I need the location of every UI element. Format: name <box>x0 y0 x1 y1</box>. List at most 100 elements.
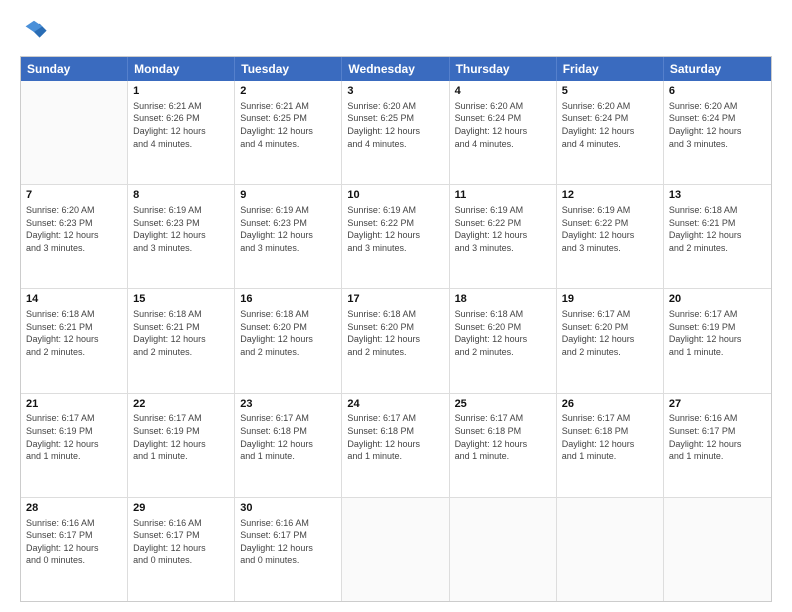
day-number: 3 <box>347 84 443 99</box>
day-info: Sunrise: 6:17 AM Sunset: 6:19 PM Dayligh… <box>669 308 766 358</box>
calendar-cell: 23Sunrise: 6:17 AM Sunset: 6:18 PM Dayli… <box>235 394 342 497</box>
page: SundayMondayTuesdayWednesdayThursdayFrid… <box>0 0 792 612</box>
calendar-cell: 29Sunrise: 6:16 AM Sunset: 6:17 PM Dayli… <box>128 498 235 601</box>
day-number: 21 <box>26 397 122 412</box>
calendar-cell: 2Sunrise: 6:21 AM Sunset: 6:25 PM Daylig… <box>235 81 342 184</box>
day-number: 24 <box>347 397 443 412</box>
calendar-cell: 22Sunrise: 6:17 AM Sunset: 6:19 PM Dayli… <box>128 394 235 497</box>
day-info: Sunrise: 6:20 AM Sunset: 6:23 PM Dayligh… <box>26 204 122 254</box>
day-info: Sunrise: 6:19 AM Sunset: 6:23 PM Dayligh… <box>240 204 336 254</box>
day-number: 23 <box>240 397 336 412</box>
calendar-row: 1Sunrise: 6:21 AM Sunset: 6:26 PM Daylig… <box>21 81 771 185</box>
day-info: Sunrise: 6:17 AM Sunset: 6:20 PM Dayligh… <box>562 308 658 358</box>
day-number: 2 <box>240 84 336 99</box>
day-number: 28 <box>26 501 122 516</box>
day-info: Sunrise: 6:19 AM Sunset: 6:23 PM Dayligh… <box>133 204 229 254</box>
day-number: 6 <box>669 84 766 99</box>
calendar-cell <box>450 498 557 601</box>
calendar-cell: 3Sunrise: 6:20 AM Sunset: 6:25 PM Daylig… <box>342 81 449 184</box>
calendar-cell: 27Sunrise: 6:16 AM Sunset: 6:17 PM Dayli… <box>664 394 771 497</box>
calendar-cell: 13Sunrise: 6:18 AM Sunset: 6:21 PM Dayli… <box>664 185 771 288</box>
calendar-cell: 10Sunrise: 6:19 AM Sunset: 6:22 PM Dayli… <box>342 185 449 288</box>
day-number: 15 <box>133 292 229 307</box>
day-number: 17 <box>347 292 443 307</box>
day-info: Sunrise: 6:18 AM Sunset: 6:21 PM Dayligh… <box>669 204 766 254</box>
day-number: 22 <box>133 397 229 412</box>
calendar-cell: 18Sunrise: 6:18 AM Sunset: 6:20 PM Dayli… <box>450 289 557 392</box>
calendar-cell: 26Sunrise: 6:17 AM Sunset: 6:18 PM Dayli… <box>557 394 664 497</box>
day-info: Sunrise: 6:21 AM Sunset: 6:25 PM Dayligh… <box>240 100 336 150</box>
calendar-cell: 30Sunrise: 6:16 AM Sunset: 6:17 PM Dayli… <box>235 498 342 601</box>
day-info: Sunrise: 6:20 AM Sunset: 6:24 PM Dayligh… <box>562 100 658 150</box>
calendar-row: 21Sunrise: 6:17 AM Sunset: 6:19 PM Dayli… <box>21 394 771 498</box>
day-number: 26 <box>562 397 658 412</box>
day-number: 9 <box>240 188 336 203</box>
day-number: 20 <box>669 292 766 307</box>
day-info: Sunrise: 6:17 AM Sunset: 6:19 PM Dayligh… <box>26 412 122 462</box>
day-info: Sunrise: 6:16 AM Sunset: 6:17 PM Dayligh… <box>669 412 766 462</box>
day-info: Sunrise: 6:18 AM Sunset: 6:20 PM Dayligh… <box>240 308 336 358</box>
day-number: 8 <box>133 188 229 203</box>
day-info: Sunrise: 6:16 AM Sunset: 6:17 PM Dayligh… <box>133 517 229 567</box>
day-info: Sunrise: 6:19 AM Sunset: 6:22 PM Dayligh… <box>347 204 443 254</box>
day-info: Sunrise: 6:18 AM Sunset: 6:20 PM Dayligh… <box>347 308 443 358</box>
day-number: 19 <box>562 292 658 307</box>
day-info: Sunrise: 6:20 AM Sunset: 6:25 PM Dayligh… <box>347 100 443 150</box>
calendar-cell: 20Sunrise: 6:17 AM Sunset: 6:19 PM Dayli… <box>664 289 771 392</box>
calendar-cell: 24Sunrise: 6:17 AM Sunset: 6:18 PM Dayli… <box>342 394 449 497</box>
calendar-header-cell: Tuesday <box>235 57 342 81</box>
calendar-cell: 28Sunrise: 6:16 AM Sunset: 6:17 PM Dayli… <box>21 498 128 601</box>
calendar-cell <box>557 498 664 601</box>
calendar-cell <box>664 498 771 601</box>
calendar-cell: 21Sunrise: 6:17 AM Sunset: 6:19 PM Dayli… <box>21 394 128 497</box>
day-number: 14 <box>26 292 122 307</box>
calendar-row: 28 Sunrise: 6:16 AM Sunset: 6:17 PM Dayli… <box>21 498 771 601</box>
calendar-cell: 12Sunrise: 6:19 AM Sunset: 6:22 PM Dayli… <box>557 185 664 288</box>
day-number: 1 <box>133 84 229 99</box>
calendar-cell: 8Sunrise: 6:19 AM Sunset: 6:23 PM Daylig… <box>128 185 235 288</box>
calendar-cell: 6Sunrise: 6:20 AM Sunset: 6:24 PM Daylig… <box>664 81 771 184</box>
calendar-row: 14Sunrise: 6:18 AM Sunset: 6:21 PM Dayli… <box>21 289 771 393</box>
calendar-header-row: SundayMondayTuesdayWednesdayThursdayFrid… <box>21 57 771 81</box>
logo-icon <box>20 18 48 46</box>
day-info: Sunrise: 6:18 AM Sunset: 6:20 PM Dayligh… <box>455 308 551 358</box>
day-number: 16 <box>240 292 336 307</box>
day-number: 11 <box>455 188 551 203</box>
day-number: 12 <box>562 188 658 203</box>
calendar-row: 7Sunrise: 6:20 AM Sunset: 6:23 PM Daylig… <box>21 185 771 289</box>
day-number: 10 <box>347 188 443 203</box>
calendar: SundayMondayTuesdayWednesdayThursdayFrid… <box>20 56 772 602</box>
calendar-cell: 7Sunrise: 6:20 AM Sunset: 6:23 PM Daylig… <box>21 185 128 288</box>
calendar-cell <box>21 81 128 184</box>
calendar-cell: 16Sunrise: 6:18 AM Sunset: 6:20 PM Dayli… <box>235 289 342 392</box>
calendar-header-cell: Wednesday <box>342 57 449 81</box>
day-number: 4 <box>455 84 551 99</box>
day-info: Sunrise: 6:17 AM Sunset: 6:19 PM Dayligh… <box>133 412 229 462</box>
calendar-cell: 19Sunrise: 6:17 AM Sunset: 6:20 PM Dayli… <box>557 289 664 392</box>
day-number: 30 <box>240 501 336 516</box>
calendar-cell: 17Sunrise: 6:18 AM Sunset: 6:20 PM Dayli… <box>342 289 449 392</box>
day-info: Sunrise: 6:17 AM Sunset: 6:18 PM Dayligh… <box>455 412 551 462</box>
calendar-header-cell: Friday <box>557 57 664 81</box>
calendar-cell <box>342 498 449 601</box>
calendar-cell: 25Sunrise: 6:17 AM Sunset: 6:18 PM Dayli… <box>450 394 557 497</box>
calendar-header-cell: Saturday <box>664 57 771 81</box>
day-info: Sunrise: 6:17 AM Sunset: 6:18 PM Dayligh… <box>347 412 443 462</box>
calendar-cell: 9Sunrise: 6:19 AM Sunset: 6:23 PM Daylig… <box>235 185 342 288</box>
day-info: Sunrise: 6:18 AM Sunset: 6:21 PM Dayligh… <box>26 308 122 358</box>
day-info: Sunrise: 6:17 AM Sunset: 6:18 PM Dayligh… <box>240 412 336 462</box>
day-info: Sunrise: 6:19 AM Sunset: 6:22 PM Dayligh… <box>455 204 551 254</box>
calendar-header-cell: Sunday <box>21 57 128 81</box>
day-info: Sunrise: 6:20 AM Sunset: 6:24 PM Dayligh… <box>669 100 766 150</box>
calendar-header-cell: Monday <box>128 57 235 81</box>
calendar-cell: 4Sunrise: 6:20 AM Sunset: 6:24 PM Daylig… <box>450 81 557 184</box>
day-number: 27 <box>669 397 766 412</box>
day-info: Sunrise: 6:21 AM Sunset: 6:26 PM Dayligh… <box>133 100 229 150</box>
calendar-cell: 1Sunrise: 6:21 AM Sunset: 6:26 PM Daylig… <box>128 81 235 184</box>
day-info: Sunrise: 6:18 AM Sunset: 6:21 PM Dayligh… <box>133 308 229 358</box>
day-number: 7 <box>26 188 122 203</box>
calendar-cell: 14Sunrise: 6:18 AM Sunset: 6:21 PM Dayli… <box>21 289 128 392</box>
logo <box>20 18 52 46</box>
calendar-cell: 15Sunrise: 6:18 AM Sunset: 6:21 PM Dayli… <box>128 289 235 392</box>
day-info: Sunrise: 6:16 AM Sunset: 6:17 PM Dayligh… <box>240 517 336 567</box>
